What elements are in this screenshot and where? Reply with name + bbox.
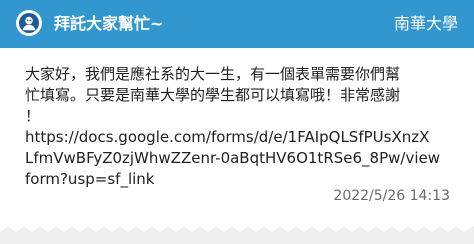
post-line: ！ [25, 107, 41, 125]
avatar[interactable] [16, 10, 42, 36]
post-line: 大家好，我們是應社系的大一生，有一個表單需要你們幫 [25, 65, 401, 83]
board-name[interactable]: 南華大學 [394, 12, 458, 36]
form-link-line[interactable]: LfmVwBFyZ0zjWhwZZenr-0aBqtHV6O1tRSe6_8Pw… [25, 148, 455, 169]
post-card: 拜託大家幫忙~ 南華大學 大家好，我們是應社系的大一生，有一個表單需要你們幫 忙… [0, 0, 474, 244]
post-line: 忙填寫。只要是南華大學的學生都可以填寫哦！非常感謝 [25, 86, 401, 104]
form-link-line[interactable]: https://docs.google.com/forms/d/e/1FAIpQ… [25, 127, 455, 148]
torn-edge-divider [0, 226, 474, 244]
anonymous-user-icon [19, 13, 39, 33]
post-timestamp: 2022/5/26 14:13 [333, 188, 450, 204]
post-header: 拜託大家幫忙~ 南華大學 [0, 0, 474, 48]
post-body: 大家好，我們是應社系的大一生，有一個表單需要你們幫 忙填寫。只要是南華大學的學生… [25, 64, 455, 190]
post-title: 拜託大家幫忙~ [54, 14, 164, 33]
